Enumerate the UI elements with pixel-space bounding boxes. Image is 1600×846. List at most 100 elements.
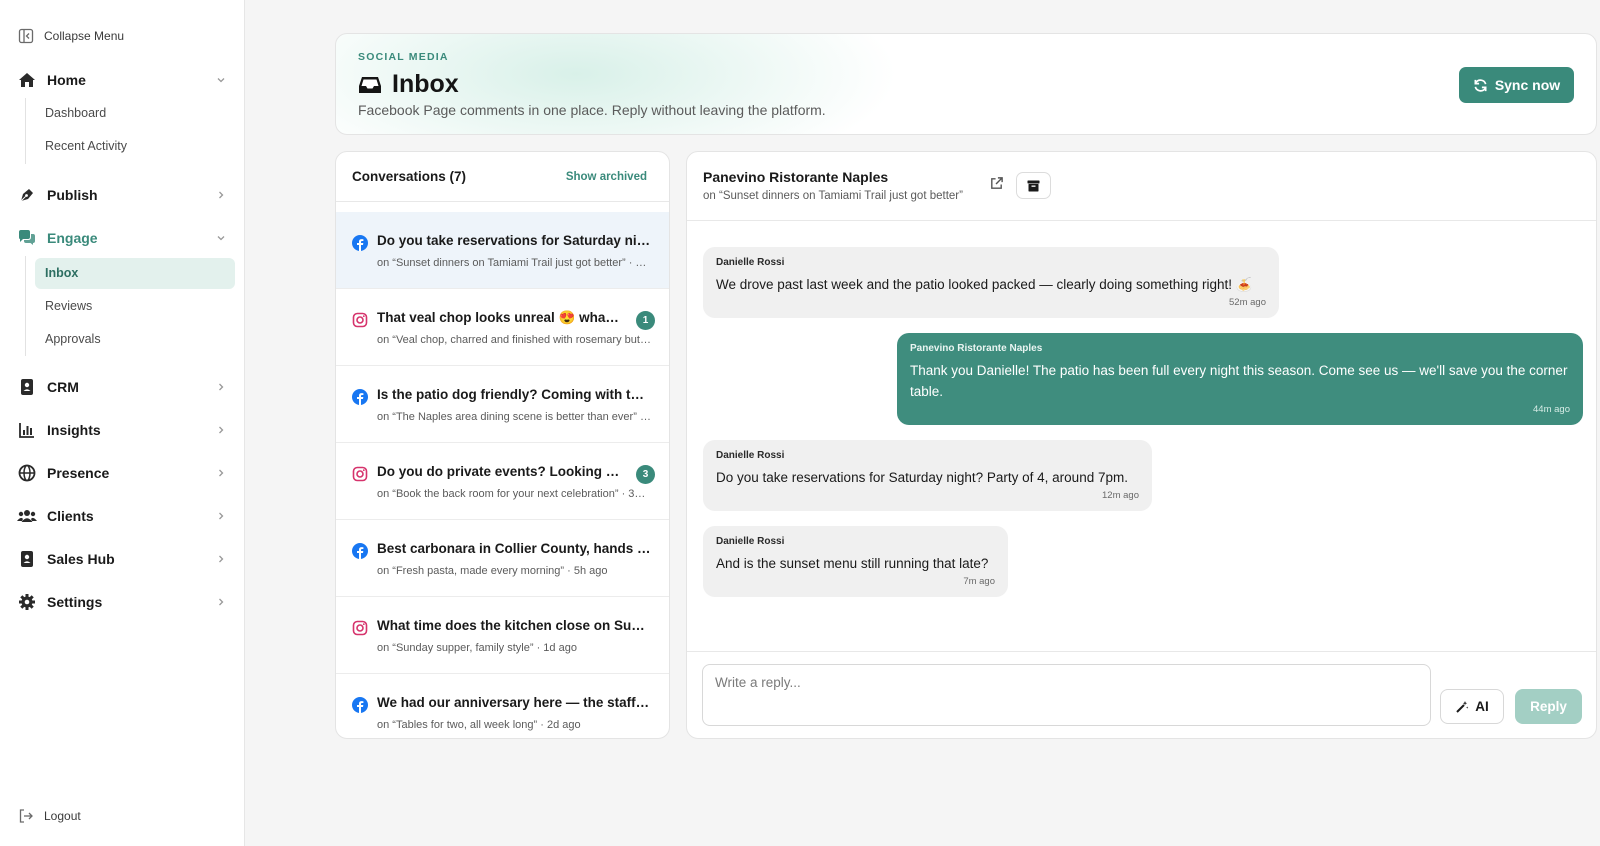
nav-presence[interactable]: Presence bbox=[17, 461, 227, 485]
thread-panel: Panevino Ristorante Naples on “Sunset di… bbox=[686, 151, 1597, 739]
message-bubble-outgoing: Panevino Ristorante Naples Thank you Dan… bbox=[897, 333, 1583, 425]
id-badge-icon bbox=[17, 549, 37, 569]
nav-crm[interactable]: CRM bbox=[17, 375, 227, 399]
conversations-title: Conversations (7) bbox=[352, 169, 467, 184]
chevron-right-icon bbox=[215, 467, 227, 479]
conversation-preview: That veal chop looks unreal 😍 what cut i… bbox=[377, 310, 623, 325]
archive-box-icon bbox=[1027, 180, 1040, 192]
message-text: And is the sunset menu still running tha… bbox=[716, 556, 989, 571]
show-archived-link[interactable]: Show archived bbox=[566, 171, 647, 183]
conversation-preview: We had our anniversary here — the staff … bbox=[377, 695, 651, 710]
nav-reviews[interactable]: Reviews bbox=[35, 291, 235, 322]
chevron-down-icon bbox=[215, 232, 227, 244]
collapse-menu-button[interactable]: Collapse Menu bbox=[18, 28, 124, 44]
sidebar: Collapse Menu Home Dashboard Recent Acti… bbox=[0, 0, 245, 846]
reply-input[interactable] bbox=[702, 664, 1431, 726]
message-bubble-incoming: Danielle Rossi And is the sunset menu st… bbox=[703, 526, 1008, 597]
unread-count-badge: 3 bbox=[636, 465, 655, 484]
conversation-meta: on “Tables for two, all week long” · 2d … bbox=[377, 719, 581, 731]
sync-icon bbox=[1473, 78, 1488, 93]
nav-dashboard[interactable]: Dashboard bbox=[35, 98, 235, 129]
message-text: Thank you Danielle! The patio has been f… bbox=[910, 363, 1568, 399]
nav-recent-activity[interactable]: Recent Activity bbox=[35, 131, 235, 162]
message-author: Danielle Rossi bbox=[716, 450, 785, 461]
nav-clients[interactable]: Clients bbox=[17, 504, 227, 528]
facebook-icon bbox=[352, 389, 368, 405]
conversation-preview: Best carbonara in Collier County, hands … bbox=[377, 541, 651, 556]
conversation-meta: on “The Naples area dining scene is bett… bbox=[377, 411, 651, 423]
nav-crm-label: CRM bbox=[47, 379, 79, 395]
nav-clients-label: Clients bbox=[47, 508, 94, 524]
nav-insights-label: Insights bbox=[47, 422, 101, 438]
conversation-item[interactable]: Is the patio dog friendly? Coming with t… bbox=[336, 366, 669, 443]
page-subtitle: Facebook Page comments in one place. Rep… bbox=[358, 102, 826, 118]
nav-publish[interactable]: Publish bbox=[17, 183, 227, 207]
message-time: 7m ago bbox=[963, 576, 995, 587]
message-time: 12m ago bbox=[1102, 490, 1139, 501]
nav-inbox[interactable]: Inbox bbox=[35, 258, 235, 289]
conversation-preview: Is the patio dog friendly? Coming with t… bbox=[377, 387, 651, 402]
conversation-preview: Do you take reservations for Saturday ni… bbox=[377, 233, 651, 248]
ai-assist-button[interactable]: AI bbox=[1440, 689, 1504, 724]
sync-now-button[interactable]: Sync now bbox=[1459, 67, 1574, 103]
home-submenu: Dashboard Recent Activity bbox=[25, 98, 235, 164]
conversation-meta: on “Sunset dinners on Tamiami Trail just… bbox=[377, 257, 651, 269]
thread-post-context: on “Sunset dinners on Tamiami Trail just… bbox=[703, 190, 963, 202]
message-text: We drove past last week and the patio lo… bbox=[716, 277, 1253, 292]
conversation-preview: Do you do private events? Looking for a … bbox=[377, 464, 623, 479]
conversation-item[interactable]: Best carbonara in Collier County, hands … bbox=[336, 520, 669, 597]
facebook-icon bbox=[352, 235, 368, 251]
globe-icon bbox=[17, 463, 37, 483]
conversation-item[interactable]: We had our anniversary here — the staff … bbox=[336, 674, 669, 738]
nav-settings[interactable]: Settings bbox=[17, 590, 227, 614]
facebook-icon bbox=[352, 543, 368, 559]
reply-button[interactable]: Reply bbox=[1515, 689, 1582, 724]
conversation-item[interactable]: What time does the kitchen close on Sund… bbox=[336, 597, 669, 674]
nav-home[interactable]: Home bbox=[17, 68, 227, 92]
gear-icon bbox=[17, 592, 37, 612]
conversations-header: Conversations (7) Show archived bbox=[336, 152, 669, 202]
conversation-meta: on “Veal chop, charred and finished with… bbox=[377, 334, 651, 346]
magic-wand-icon bbox=[1455, 700, 1469, 714]
nav-presence-label: Presence bbox=[47, 465, 110, 481]
chevron-right-icon bbox=[215, 381, 227, 393]
message-text: Do you take reservations for Saturday ni… bbox=[716, 470, 1128, 485]
conversation-meta: on “Book the back room for your next cel… bbox=[377, 488, 651, 500]
message-author: Panevino Ristorante Naples bbox=[910, 343, 1043, 354]
thread-header: Panevino Ristorante Naples on “Sunset di… bbox=[687, 152, 1596, 221]
instagram-icon bbox=[352, 312, 368, 328]
collapse-sidebar-icon bbox=[18, 28, 34, 44]
chat-bubbles-icon bbox=[17, 228, 37, 248]
nav-sales-hub[interactable]: Sales Hub bbox=[17, 547, 227, 571]
nav-insights[interactable]: Insights bbox=[17, 418, 227, 442]
conversation-item[interactable]: Do you take reservations for Saturday ni… bbox=[336, 212, 669, 289]
chevron-right-icon bbox=[215, 553, 227, 565]
instagram-icon bbox=[352, 466, 368, 482]
thread-page-name: Panevino Ristorante Naples bbox=[703, 169, 889, 185]
section-eyebrow: SOCIAL MEDIA bbox=[358, 51, 449, 63]
conversation-item[interactable]: That veal chop looks unreal 😍 what cut i… bbox=[336, 289, 669, 366]
conversation-meta: on “Fresh pasta, made every morning” · 5… bbox=[377, 565, 608, 577]
facebook-icon bbox=[352, 697, 368, 713]
page-header: SOCIAL MEDIA Inbox Facebook Page comment… bbox=[335, 33, 1597, 135]
logout-button[interactable]: Logout bbox=[18, 808, 81, 824]
chevron-right-icon bbox=[215, 424, 227, 436]
external-link-icon[interactable] bbox=[989, 176, 1004, 191]
nav-approvals[interactable]: Approvals bbox=[35, 324, 235, 355]
sync-now-label: Sync now bbox=[1494, 77, 1561, 93]
archive-button[interactable] bbox=[1016, 172, 1051, 199]
conversations-panel: Conversations (7) Show archived Do you t… bbox=[335, 151, 670, 739]
message-bubble-incoming: Danielle Rossi Do you take reservations … bbox=[703, 440, 1152, 511]
reply-composer: AI Reply bbox=[687, 651, 1596, 738]
instagram-icon bbox=[352, 620, 368, 636]
nav-sales-hub-label: Sales Hub bbox=[47, 551, 115, 567]
message-time: 44m ago bbox=[1533, 404, 1570, 415]
engage-submenu: Inbox Reviews Approvals bbox=[25, 256, 235, 356]
conversation-item[interactable]: Do you do private events? Looking for a … bbox=[336, 443, 669, 520]
chevron-down-icon bbox=[215, 74, 227, 86]
message-bubble-incoming: Danielle Rossi We drove past last week a… bbox=[703, 247, 1279, 318]
chevron-right-icon bbox=[215, 596, 227, 608]
inbox-tray-icon bbox=[358, 75, 382, 95]
message-author: Danielle Rossi bbox=[716, 536, 785, 547]
nav-engage[interactable]: Engage bbox=[17, 226, 227, 250]
